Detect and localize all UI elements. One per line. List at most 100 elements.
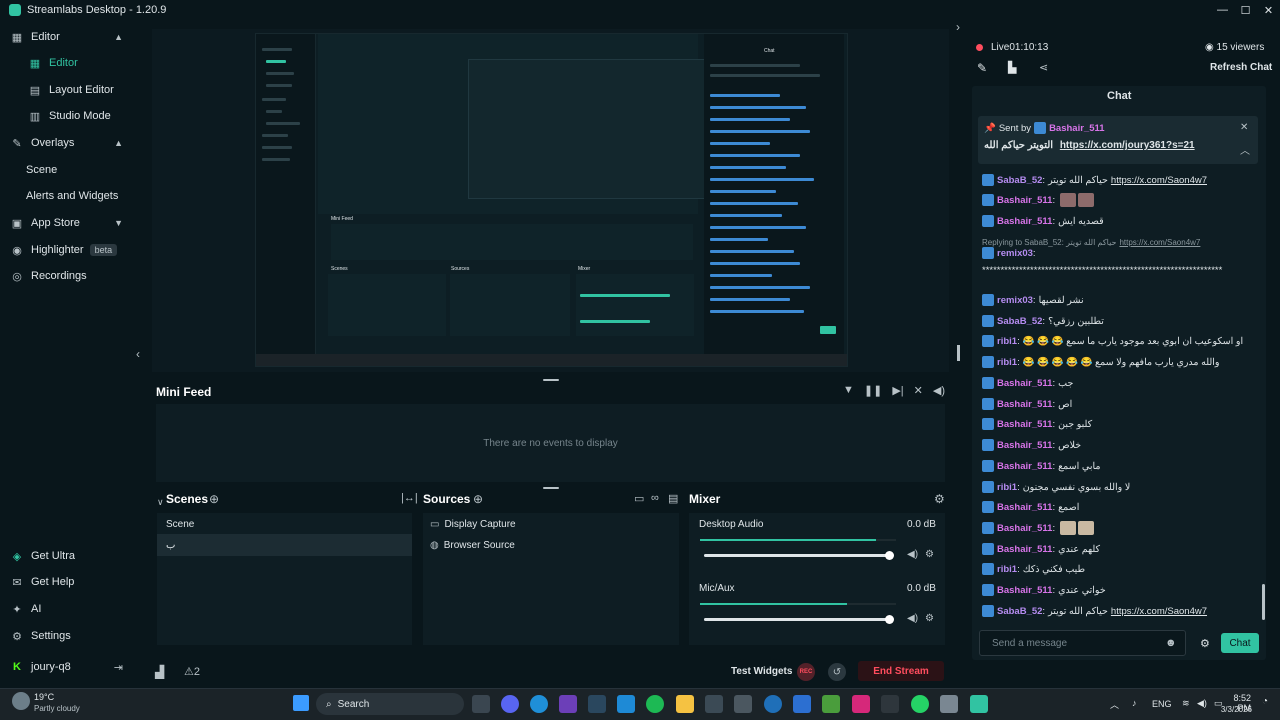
sidebar-item-recordings[interactable]: ◎ Recordings <box>0 265 135 287</box>
chat-username[interactable]: ribi1 <box>997 564 1017 575</box>
task-view-icon[interactable] <box>472 695 490 713</box>
instagram-icon[interactable] <box>852 695 870 713</box>
sidebar-item-highlighter[interactable]: ◉ Highlighter beta <box>0 239 135 261</box>
edit-stream-icon[interactable]: ✎ <box>977 61 987 75</box>
edge-icon[interactable] <box>530 695 548 713</box>
microphone-icon[interactable]: ♪ <box>1132 698 1137 708</box>
stats-icon[interactable]: ▟ <box>155 665 164 679</box>
sidebar-item-get-help[interactable]: ✉ Get Help <box>0 571 135 593</box>
chat-username[interactable]: ribi1 <box>997 336 1017 347</box>
sidebar-item-editor-group[interactable]: ▦ Editor ▲ <box>0 26 135 48</box>
minecraft-icon[interactable] <box>822 695 840 713</box>
sidebar-item-account[interactable]: K joury-q8 ⇥ <box>0 656 135 678</box>
spotify-icon[interactable] <box>646 695 664 713</box>
sidebar-item-app-store[interactable]: ▣ App Store ▼ <box>0 212 135 234</box>
chat-username[interactable]: Bashair_511 <box>997 216 1052 227</box>
chat-username[interactable]: Bashair_511 <box>997 419 1052 430</box>
sidebar-item-settings[interactable]: ⚙ Settings <box>0 625 135 647</box>
sidebar-item-get-ultra[interactable]: ◈ Get Ultra <box>0 545 135 567</box>
wifi-icon[interactable]: ≋ <box>1182 698 1190 709</box>
whatsapp-icon[interactable] <box>911 695 929 713</box>
collapse-left-icon[interactable]: ‹ <box>136 347 140 361</box>
minimize-button[interactable]: — <box>1211 0 1234 20</box>
scene-transition-icon[interactable]: |↔| <box>401 492 418 504</box>
chat-username[interactable]: Bashair_511 <box>997 440 1052 451</box>
unpin-icon[interactable]: ✕ <box>1240 122 1248 133</box>
chat-username[interactable]: remix03 <box>997 248 1033 259</box>
close-button[interactable]: ✕ <box>1257 0 1280 20</box>
chat-username[interactable]: SabaB_52 <box>997 175 1042 186</box>
sidebar-item-ai[interactable]: ✦ AI <box>0 598 135 620</box>
sidebar-item-alerts-widgets[interactable]: Alerts and Widgets <box>0 185 135 207</box>
chat-username[interactable]: Bashair_511 <box>997 502 1052 513</box>
tray-overflow-icon[interactable]: ︿ <box>1110 698 1119 711</box>
mute-alerts-icon[interactable]: ✕ <box>914 384 923 397</box>
volume-slider[interactable] <box>704 551 894 560</box>
logout-icon[interactable]: ⇥ <box>114 661 123 674</box>
chat-username[interactable]: Bashair_511 <box>997 585 1052 596</box>
streamlabs-taskbar-icon[interactable] <box>970 695 988 713</box>
steam-icon[interactable] <box>588 695 606 713</box>
source-group-icon[interactable]: ▭ <box>634 492 644 505</box>
capture-icon[interactable] <box>881 695 899 713</box>
dashboard-icon[interactable]: ▙ <box>1008 61 1016 74</box>
chat-username[interactable]: SabaB_52 <box>997 606 1042 617</box>
weather-desc[interactable]: Partly cloudy <box>34 704 80 713</box>
source-folder-icon[interactable]: ▤ <box>668 492 678 505</box>
chat-username[interactable]: remix03 <box>997 295 1033 306</box>
chat-settings-icon[interactable]: ⚙ <box>1200 637 1210 650</box>
send-chat-button[interactable]: Chat <box>1221 633 1259 653</box>
collapse-chevron-icon[interactable]: ∨ <box>157 497 164 508</box>
reply-link[interactable]: https://x.com/Saon4w7 <box>1119 238 1200 247</box>
speaker-icon[interactable]: ◀) <box>907 549 918 560</box>
settings-app-icon[interactable] <box>940 695 958 713</box>
chat-username[interactable]: Bashair_511 <box>997 544 1052 555</box>
panel-resize-handle[interactable] <box>957 345 960 361</box>
vscode-icon[interactable] <box>617 695 635 713</box>
terminal-icon[interactable] <box>705 695 723 713</box>
visual-studio-icon[interactable] <box>559 695 577 713</box>
chat-username[interactable]: Bashair_511 <box>997 195 1052 206</box>
chat-username[interactable]: Bashair_511 <box>997 523 1052 534</box>
gear-icon[interactable]: ⚙ <box>925 549 934 560</box>
mixer-settings-icon[interactable]: ⚙ <box>934 492 945 506</box>
source-item[interactable]: ◍ Browser Source <box>423 534 679 556</box>
chat-scrollbar[interactable] <box>1262 584 1265 620</box>
source-link-icon[interactable]: ∞ <box>651 492 659 504</box>
share-icon[interactable]: ⋖ <box>1039 61 1048 74</box>
volume-tray-icon[interactable]: ◀) <box>1197 698 1207 709</box>
chat-username[interactable]: Bashair_511 <box>997 378 1052 389</box>
language-indicator[interactable]: ENG <box>1152 699 1172 709</box>
maximize-button[interactable]: ☐ <box>1234 0 1257 20</box>
clock-date[interactable]: 3/3/2026 <box>1212 705 1252 714</box>
browser-icon[interactable] <box>764 695 782 713</box>
sidebar-item-overlays[interactable]: ✎ Overlays ▲ <box>0 132 135 154</box>
expand-right-icon[interactable]: › <box>956 20 960 34</box>
chat-link[interactable]: https://x.com/Saon4w7 <box>1111 175 1207 186</box>
refresh-chat-button[interactable]: Refresh Chat <box>1210 62 1272 73</box>
sidebar-item-layout-editor[interactable]: ▤ Layout Editor <box>0 79 135 101</box>
add-scene-icon[interactable]: ⊕ <box>209 492 219 506</box>
chat-username[interactable]: ribi1 <box>997 482 1017 493</box>
sidebar-item-studio-mode[interactable]: ▥ Studio Mode <box>0 105 135 127</box>
collapse-pinned-icon[interactable]: ︿ <box>1240 142 1250 157</box>
test-widgets-button[interactable]: Test Widgets <box>731 666 792 677</box>
end-stream-button[interactable]: End Stream <box>858 661 944 681</box>
weather-temp[interactable]: 19°C <box>34 692 54 702</box>
chat-link[interactable]: https://x.com/Saon4w7 <box>1111 606 1207 617</box>
notifications-icon[interactable]: ⚠2 <box>184 665 200 678</box>
app-icon[interactable] <box>734 695 752 713</box>
chat-username[interactable]: Bashair_511 <box>997 461 1052 472</box>
sidebar-item-editor[interactable]: ▦ Editor <box>0 52 135 74</box>
pinned-link[interactable]: https://x.com/joury361?s=21 <box>1060 140 1195 151</box>
add-source-icon[interactable]: ⊕ <box>473 492 483 506</box>
volume-slider-knob[interactable] <box>885 615 894 624</box>
skip-icon[interactable]: ▶| <box>892 384 903 397</box>
taskbar-search[interactable]: ⌕ Search <box>316 693 464 715</box>
record-button[interactable]: REC <box>797 663 815 681</box>
speaker-icon[interactable]: ◀) <box>907 613 918 624</box>
pause-icon[interactable]: ❚❚ <box>864 384 882 397</box>
volume-icon[interactable]: ◀) <box>933 384 945 397</box>
file-explorer-icon[interactable] <box>676 695 694 713</box>
sidebar-item-scene[interactable]: Scene <box>0 159 135 181</box>
